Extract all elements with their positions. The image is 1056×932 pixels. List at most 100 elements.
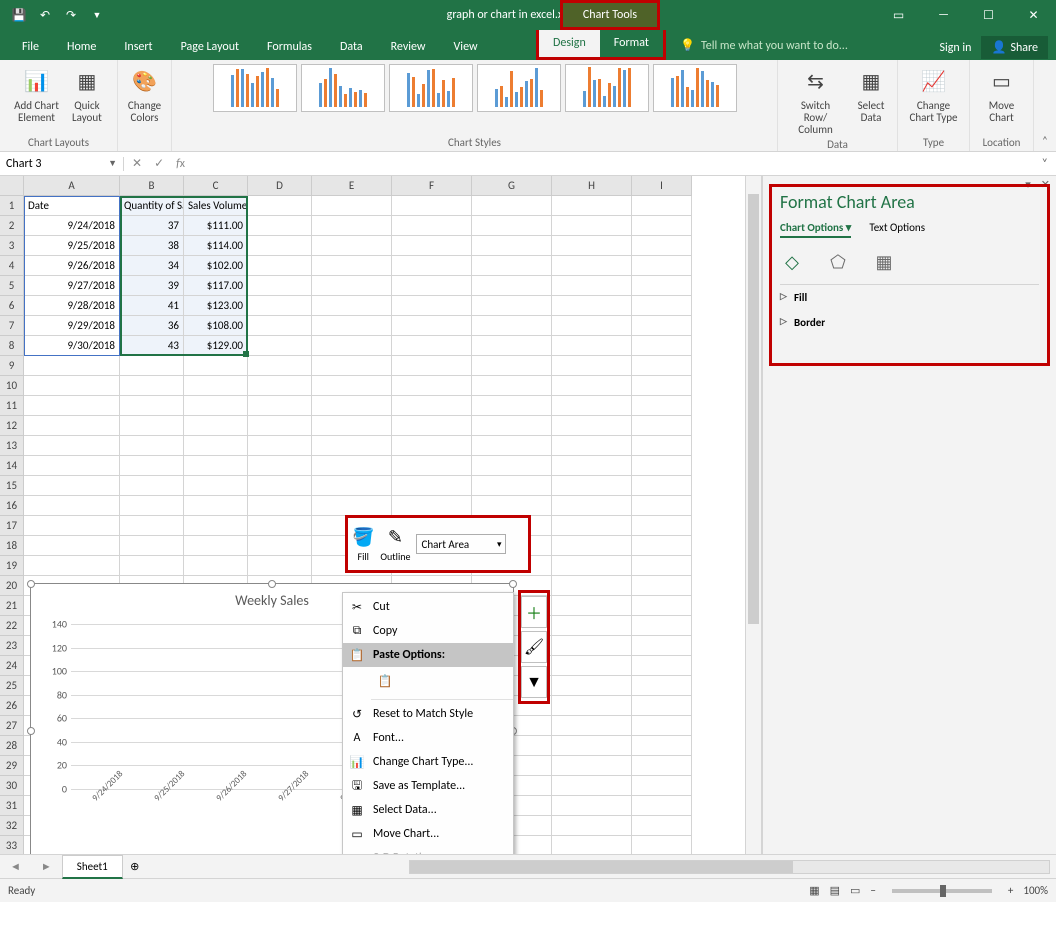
cell[interactable] (632, 396, 692, 416)
cell[interactable]: 36 (120, 316, 184, 336)
worksheet[interactable]: ABCDEFGHI 123456789101112131415161718192… (0, 176, 762, 854)
cell[interactable] (632, 636, 692, 656)
cell[interactable] (392, 296, 472, 316)
cell[interactable] (24, 476, 120, 496)
cell[interactable] (248, 376, 312, 396)
cell[interactable] (248, 496, 312, 516)
mini-outline-button[interactable]: ✎ Outline (380, 526, 410, 563)
cell[interactable] (552, 396, 632, 416)
cell[interactable] (472, 196, 552, 216)
cell[interactable] (120, 396, 184, 416)
cell[interactable] (24, 516, 120, 536)
cell[interactable] (392, 356, 472, 376)
cell[interactable] (552, 436, 632, 456)
cell[interactable] (472, 336, 552, 356)
row-header[interactable]: 16 (0, 496, 24, 516)
undo-icon[interactable]: ↶ (34, 4, 56, 26)
cell[interactable] (392, 216, 472, 236)
cell[interactable] (632, 416, 692, 436)
cell[interactable] (552, 836, 632, 854)
qat-customize-icon[interactable]: ▼ (86, 4, 108, 26)
cell[interactable] (552, 716, 632, 736)
row-header[interactable]: 17 (0, 516, 24, 536)
row-header[interactable]: 6 (0, 296, 24, 316)
cell[interactable] (632, 836, 692, 854)
row-header[interactable]: 21 (0, 596, 24, 616)
cell[interactable] (120, 516, 184, 536)
zoom-in-icon[interactable]: + (1008, 884, 1013, 897)
row-header[interactable]: 5 (0, 276, 24, 296)
cell[interactable] (248, 536, 312, 556)
cell[interactable] (24, 556, 120, 576)
maximize-icon[interactable]: ☐ (966, 0, 1011, 30)
page-layout-view-icon[interactable]: ▤ (830, 884, 840, 897)
cell[interactable] (552, 696, 632, 716)
cell[interactable] (632, 496, 692, 516)
cell[interactable] (472, 436, 552, 456)
row-header[interactable]: 30 (0, 776, 24, 796)
cell[interactable] (312, 396, 392, 416)
tell-me-input[interactable]: 💡 Tell me what you want to do... (680, 38, 848, 53)
cell[interactable] (392, 316, 472, 336)
cell[interactable] (552, 336, 632, 356)
chart-style-thumb[interactable] (213, 64, 297, 112)
cell[interactable] (632, 276, 692, 296)
tab-view[interactable]: View (440, 34, 492, 60)
add-chart-element-button[interactable]: 📊 Add Chart Element (10, 64, 63, 126)
horizontal-scrollbar[interactable] (409, 860, 1050, 874)
cell[interactable] (248, 396, 312, 416)
cell[interactable] (552, 616, 632, 636)
tab-format[interactable]: Format (600, 30, 663, 57)
cell[interactable] (632, 356, 692, 376)
row-header[interactable]: 14 (0, 456, 24, 476)
row-header[interactable]: 24 (0, 656, 24, 676)
cell[interactable] (312, 376, 392, 396)
zoom-level[interactable]: 100% (1023, 884, 1048, 897)
cell[interactable] (472, 276, 552, 296)
mini-fill-button[interactable]: 🪣 Fill (352, 526, 374, 563)
enter-formula-icon[interactable]: ✓ (154, 156, 164, 171)
chart-style-thumb[interactable] (477, 64, 561, 112)
cell[interactable] (24, 496, 120, 516)
cell[interactable] (552, 776, 632, 796)
fill-section[interactable]: Fill (780, 285, 1039, 310)
row-header[interactable]: 25 (0, 676, 24, 696)
cell[interactable] (632, 256, 692, 276)
cell[interactable] (392, 436, 472, 456)
chart-styles-button[interactable]: 🖌 (521, 631, 547, 663)
cell[interactable] (248, 356, 312, 376)
cell[interactable] (120, 416, 184, 436)
cell[interactable] (552, 456, 632, 476)
cell[interactable]: 9/29/2018 (24, 316, 120, 336)
ctx-select-data[interactable]: ▦Select Data... (343, 798, 513, 822)
tab-review[interactable]: Review (377, 34, 440, 60)
cell[interactable] (552, 636, 632, 656)
col-header[interactable]: G (472, 176, 552, 196)
cell[interactable] (312, 216, 392, 236)
sign-in-link[interactable]: Sign in (939, 41, 971, 55)
cell[interactable] (552, 276, 632, 296)
cell[interactable] (632, 296, 692, 316)
cell[interactable] (552, 676, 632, 696)
tab-insert[interactable]: Insert (110, 34, 166, 60)
cell[interactable] (392, 256, 472, 276)
cell[interactable]: $102.00 (184, 256, 248, 276)
cell[interactable] (248, 196, 312, 216)
move-chart-button[interactable]: ▭ Move Chart (982, 64, 1022, 126)
row-header[interactable]: 20 (0, 576, 24, 596)
cell[interactable] (472, 376, 552, 396)
cell[interactable] (184, 556, 248, 576)
cell[interactable] (248, 456, 312, 476)
cell[interactable] (248, 216, 312, 236)
cell[interactable] (184, 436, 248, 456)
row-header[interactable]: 22 (0, 616, 24, 636)
cell[interactable] (392, 476, 472, 496)
share-button[interactable]: 👤 Share (981, 36, 1048, 59)
cell[interactable] (184, 476, 248, 496)
cell[interactable] (248, 416, 312, 436)
col-header[interactable]: E (312, 176, 392, 196)
cell[interactable] (632, 816, 692, 836)
cell[interactable] (632, 436, 692, 456)
ctx-move-chart[interactable]: ▭Move Chart... (343, 822, 513, 846)
tab-data[interactable]: Data (326, 34, 377, 60)
